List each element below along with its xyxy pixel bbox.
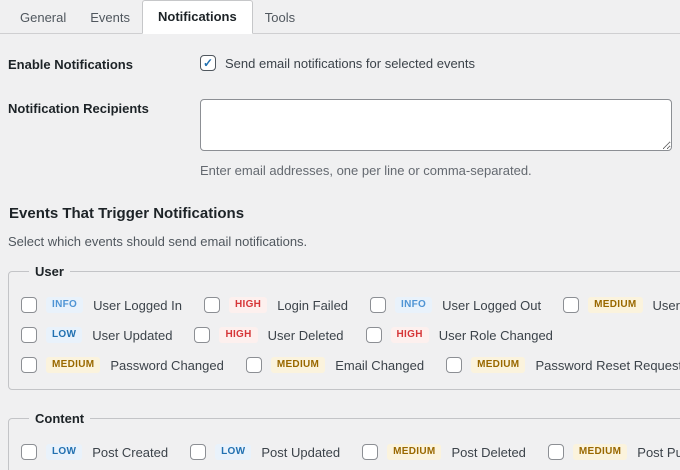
event-row: MEDIUM Password Changed MEDIUM Email Change… <box>21 357 680 373</box>
event-checkbox[interactable] <box>446 357 462 373</box>
event-checkbox-item[interactable]: LOW Post Created <box>21 444 168 460</box>
enable-notifications-label: Enable Notifications <box>8 55 200 72</box>
event-checkbox-item[interactable]: MEDIUM Email Changed <box>246 357 424 373</box>
event-checkbox-item[interactable]: INFO User Logged In <box>21 297 182 313</box>
enable-notifications-row: Enable Notifications Send email notifica… <box>8 55 672 72</box>
tab-events[interactable]: Events <box>78 2 142 33</box>
severity-badge: MEDIUM <box>271 357 325 373</box>
severity-badge: MEDIUM <box>387 444 441 460</box>
enable-notifications-checkbox[interactable] <box>200 55 216 71</box>
event-checkbox[interactable] <box>21 357 37 373</box>
severity-badge: HIGH <box>229 297 267 313</box>
event-checkbox-item[interactable]: LOW User Updated <box>21 327 172 343</box>
event-label: User Logged Out <box>442 298 541 313</box>
tab-notifications[interactable]: Notifications <box>142 0 253 34</box>
notification-recipients-label: Notification Recipients <box>8 99 200 116</box>
event-checkbox[interactable] <box>194 327 210 343</box>
event-checkbox[interactable] <box>246 357 262 373</box>
severity-badge: HIGH <box>391 327 429 343</box>
severity-badge: MEDIUM <box>471 357 525 373</box>
event-checkbox[interactable] <box>362 444 378 460</box>
event-checkbox-item[interactable]: MEDIUM Post Deleted <box>362 444 526 460</box>
event-checkbox-item[interactable]: INFO User Logged Out <box>370 297 541 313</box>
events-section-subtitle: Select which events should send email no… <box>8 234 672 249</box>
event-checkbox-item[interactable]: MEDIUM Password Reset Requested <box>446 357 680 373</box>
severity-badge: MEDIUM <box>46 357 100 373</box>
enable-notifications-field[interactable]: Send email notifications for selected ev… <box>200 55 672 71</box>
event-groups: User INFO User Logged In HIGH Login Failed IN… <box>8 264 672 470</box>
severity-badge: LOW <box>46 444 82 460</box>
event-label: Post Deleted <box>451 445 525 460</box>
event-label: Email Changed <box>335 358 424 373</box>
event-checkbox[interactable] <box>370 297 386 313</box>
severity-badge: LOW <box>215 444 251 460</box>
event-checkbox[interactable] <box>21 327 37 343</box>
event-group-user: UserINFOUser Logged InHIGHLogin FailedIN… <box>8 264 680 390</box>
event-checkbox-item[interactable]: HIGH Login Failed <box>204 297 348 313</box>
event-checkbox[interactable] <box>190 444 206 460</box>
event-row: LOW User Updated HIGH User Deleted HIGH User … <box>21 327 680 343</box>
event-checkbox[interactable] <box>21 297 37 313</box>
notification-recipients-input[interactable] <box>200 99 672 151</box>
settings-tabbar: General Events Notifications Tools <box>0 0 680 34</box>
event-label: Password Reset Requested <box>535 358 680 373</box>
event-group-title: Content <box>29 411 90 426</box>
severity-badge: INFO <box>46 297 83 313</box>
event-row: INFO User Logged In HIGH Login Failed INFO Us… <box>21 297 680 313</box>
notifications-settings-panel: Enable Notifications Send email notifica… <box>0 55 680 470</box>
event-row: LOW Post Created LOW Post Updated MEDIUM Post… <box>21 444 680 460</box>
event-label: Post Created <box>92 445 168 460</box>
tab-general[interactable]: General <box>8 2 78 33</box>
event-label: Post Updated <box>261 445 340 460</box>
event-checkbox[interactable] <box>21 444 37 460</box>
event-label: User Updated <box>92 328 172 343</box>
event-label: User Logged In <box>93 298 182 313</box>
event-checkbox-item[interactable]: LOW Post Updated <box>190 444 340 460</box>
severity-badge: INFO <box>395 297 432 313</box>
event-checkbox-item[interactable]: HIGH User Role Changed <box>366 327 553 343</box>
severity-badge: LOW <box>46 327 82 343</box>
event-label: Password Changed <box>110 358 223 373</box>
event-label: User Role Changed <box>439 328 553 343</box>
event-checkbox-item[interactable]: HIGH User Deleted <box>194 327 343 343</box>
enable-notifications-checkbox-label: Send email notifications for selected ev… <box>225 56 475 71</box>
notification-recipients-help: Enter email addresses, one per line or c… <box>200 163 672 178</box>
event-checkbox-item[interactable]: MEDIUM Post Published <box>548 444 680 460</box>
event-label: User Created <box>653 298 680 313</box>
event-checkbox[interactable] <box>563 297 579 313</box>
severity-badge: MEDIUM <box>573 444 627 460</box>
event-label: Login Failed <box>277 298 348 313</box>
event-checkbox[interactable] <box>204 297 220 313</box>
event-checkbox-item[interactable]: MEDIUM User Created <box>563 297 680 313</box>
event-group-title: User <box>29 264 70 279</box>
tab-tools[interactable]: Tools <box>253 2 307 33</box>
event-checkbox[interactable] <box>548 444 564 460</box>
event-label: User Deleted <box>268 328 344 343</box>
severity-badge: MEDIUM <box>588 297 642 313</box>
event-label: Post Published <box>637 445 680 460</box>
notification-recipients-row: Notification Recipients Enter email addr… <box>8 99 672 178</box>
event-group-content: Content LOW Post Created LOW Post Updated MED… <box>8 411 680 470</box>
event-checkbox-item[interactable]: MEDIUM Password Changed <box>21 357 224 373</box>
event-checkbox[interactable] <box>366 327 382 343</box>
events-section-title: Events That Trigger Notifications <box>9 205 672 222</box>
severity-badge: HIGH <box>219 327 257 343</box>
